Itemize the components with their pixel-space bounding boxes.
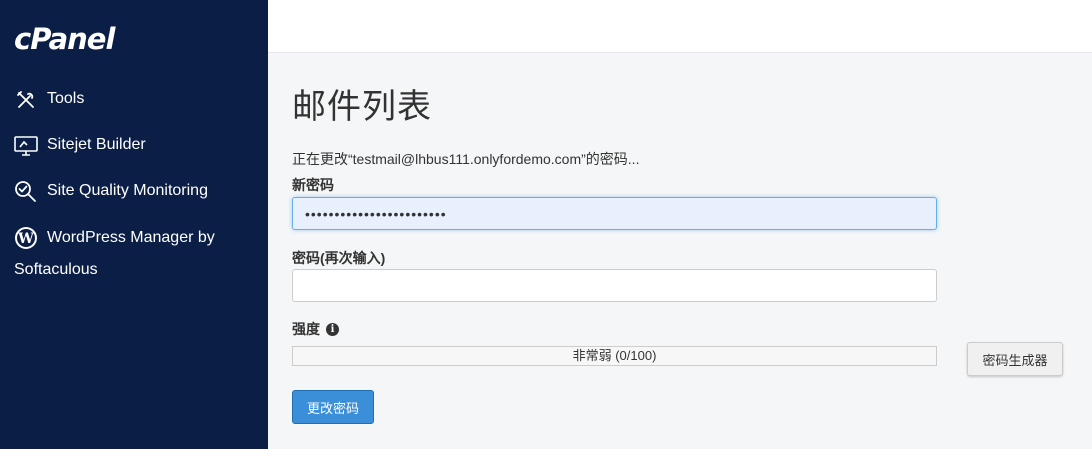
strength-text: 非常弱 (0/100) [572, 348, 657, 363]
new-password-label: 新密码 [292, 177, 334, 193]
change-password-button[interactable]: 更改密码 [292, 390, 374, 424]
sidebar-item-label: Tools [47, 90, 85, 107]
top-header-bar [268, 0, 1092, 53]
sidebar-item-tools[interactable]: Tools [14, 88, 84, 112]
password-generator-button[interactable]: 密码生成器 [967, 342, 1063, 376]
confirm-password-label: 密码(再次输入) [292, 250, 386, 266]
main-content: 邮件列表 正在更改“testmail@lhbus111.onlyfordemo.… [268, 53, 1092, 449]
svg-text:W: W [17, 231, 34, 247]
page-title: 邮件列表 [292, 87, 432, 127]
tools-icon [14, 88, 38, 112]
sidebar-item-label: Sitejet Builder [47, 136, 146, 153]
sidebar-item-label: Site Quality Monitoring [47, 182, 208, 199]
info-icon[interactable]: i [326, 322, 339, 336]
confirm-password-input[interactable] [292, 269, 937, 302]
sidebar-item-label: WordPress Manager by [47, 229, 215, 246]
changing-password-notice: 正在更改“testmail@lhbus111.onlyfordemo.com”的… [292, 151, 640, 167]
monitor-icon [14, 134, 38, 158]
magnifier-check-icon [14, 180, 38, 204]
strength-label-row: 强度 i [292, 319, 339, 339]
sidebar-item-sitejet-builder[interactable]: Sitejet Builder [14, 134, 146, 158]
cpanel-logo[interactable]: cPanel [14, 22, 115, 56]
strength-label: 强度 [292, 321, 320, 337]
sidebar-item-label-continued: Softaculous [14, 261, 98, 278]
sidebar-item-site-quality-monitoring[interactable]: Site Quality Monitoring [14, 180, 208, 204]
sidebar: cPanel Tools Sitejet Builder Site Qualit… [0, 0, 268, 449]
sidebar-item-wordpress-manager[interactable]: W WordPress Manager by [14, 226, 254, 254]
wordpress-icon: W [14, 226, 38, 250]
new-password-input[interactable] [292, 197, 937, 230]
password-strength-meter: 非常弱 (0/100) [292, 346, 937, 366]
